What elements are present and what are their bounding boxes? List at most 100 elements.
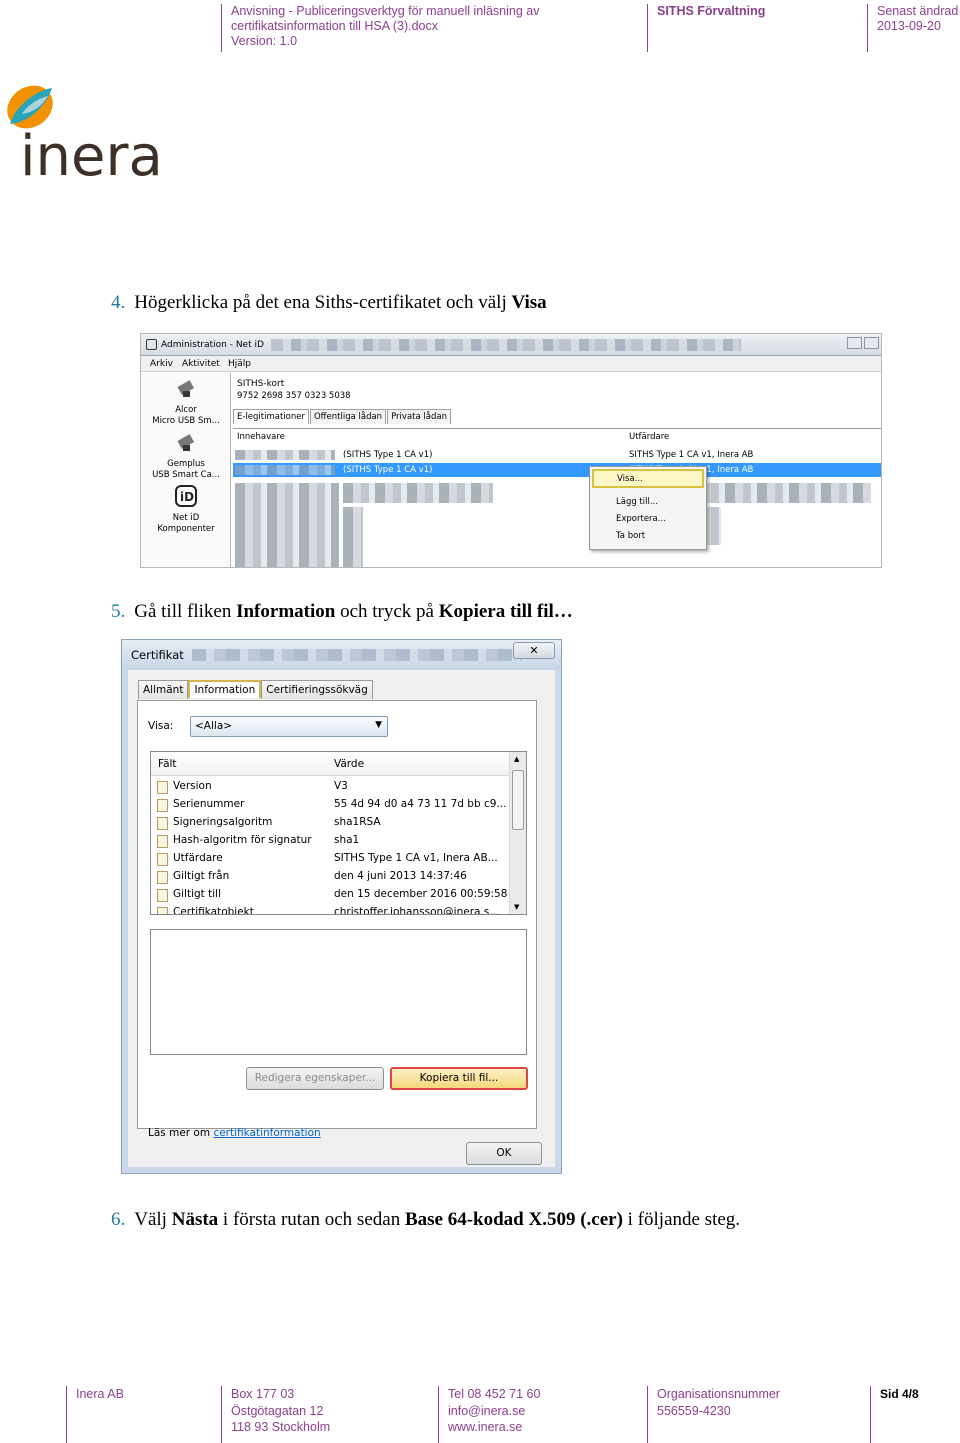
tab-certifieringssokvag[interactable]: Certifieringssökväg [261, 680, 373, 699]
close-button[interactable]: ✕ [513, 642, 555, 659]
certificate-row-selected[interactable]: (SITHS Type 1 CA v1) SITHS Type 1 CA v1,… [233, 463, 881, 477]
footer-company: Inera AB [66, 1386, 124, 1443]
context-menu: Visa... Lägg till... Exportera... Ta bor… [589, 466, 707, 550]
field-value: den 15 december 2016 00:59:58 [334, 888, 508, 900]
field-value: christoffer.johansson@inera.s... [334, 906, 500, 915]
step-number: 5. [111, 601, 126, 622]
field-row[interactable]: Giltigt till den 15 december 2016 00:59:5… [151, 886, 511, 904]
changed-label: Senast ändrad [877, 4, 959, 18]
svg-text:iD: iD [180, 490, 194, 504]
list-scrollbar[interactable]: ▲ ▼ [509, 752, 526, 914]
device-netid[interactable]: iD Net iD Komponenter [141, 485, 231, 535]
field-row[interactable]: Signeringsalgoritm sha1RSA [151, 814, 511, 832]
footer-divider [438, 1386, 439, 1443]
learn-more-text: Läs mer om [148, 1127, 214, 1139]
field-row[interactable]: Hash-algoritm för signatur sha1 [151, 832, 511, 850]
chevron-down-icon: ▼ [375, 720, 382, 730]
redacted-rows [343, 507, 363, 567]
certificate-row[interactable]: (SITHS Type 1 CA v1) SITHS Type 1 CA v1,… [233, 448, 881, 462]
scroll-down-icon[interactable]: ▼ [514, 903, 519, 911]
menu-aktivitet[interactable]: Aktivitet [182, 359, 220, 369]
column-issuer: Utfärdare [629, 432, 670, 442]
context-menu-exportera[interactable]: Exportera... [616, 514, 666, 524]
redacted-rows [343, 483, 493, 503]
device-desc: USB Smart Ca... [152, 470, 220, 480]
ok-button[interactable]: OK [466, 1142, 542, 1165]
field-list: Fält Värde Version V3 Serienummer 55 4d 94… [150, 751, 527, 915]
tab-information[interactable]: Information [188, 680, 262, 698]
copy-to-file-button[interactable]: Kopiera till fil... [390, 1067, 528, 1090]
netid-admin-screenshot: Administration - Net iD Arkiv Aktivitet … [140, 333, 882, 568]
context-menu-lagg-till[interactable]: Lägg till... [616, 497, 658, 507]
field-name: Giltigt från [173, 870, 230, 882]
field-detail-box[interactable] [150, 929, 527, 1055]
footer-divider [66, 1386, 67, 1443]
card-name: SITHS-kort [237, 379, 285, 389]
device-alcor[interactable]: Alcor Micro USB Sm... [141, 377, 231, 427]
field-row[interactable]: Certifikatobjekt christoffer.johansson@in… [151, 904, 511, 915]
field-icon [157, 835, 168, 848]
context-menu-visa[interactable]: Visa... [592, 469, 704, 488]
tab-offentliga-ladan[interactable]: Offentliga lådan [309, 409, 387, 424]
field-value: sha1RSA [334, 816, 381, 828]
device-desc: Micro USB Sm... [152, 416, 220, 426]
field-name: Giltigt till [173, 888, 221, 900]
window-titlebar: Administration - Net iD [141, 334, 881, 356]
step-number: 6. [111, 1209, 126, 1230]
org-number-label: Organisationsnummer [657, 1387, 780, 1401]
scroll-up-icon[interactable]: ▲ [514, 755, 519, 763]
footer-divider [221, 1386, 222, 1443]
learn-more-link[interactable]: certifikatinformation [213, 1127, 320, 1139]
column-field[interactable]: Fält [158, 758, 177, 770]
header-org: SITHS Förvaltning [647, 4, 765, 52]
changed-date: 2013-09-20 [877, 19, 941, 33]
header-changed: Senast ändrad 2013-09-20 [867, 4, 959, 52]
inera-logo: inera [6, 82, 176, 189]
device-gemplus[interactable]: Gemplus USB Smart Ca... [141, 431, 231, 481]
dialog-title: Certifikat [131, 648, 184, 662]
footer-page: Sid 4/8 [870, 1386, 919, 1443]
learn-more: Läs mer om certifikatinformation [148, 1127, 321, 1139]
window-title: Administration - Net iD [161, 340, 264, 350]
column-value[interactable]: Värde [334, 758, 364, 770]
tab-allmant[interactable]: Allmänt [138, 680, 189, 699]
step-text: Gå till fliken [134, 601, 237, 622]
cert-issuer: SITHS Type 1 CA v1, Inera AB [629, 450, 754, 460]
field-icon [157, 907, 168, 914]
device-sidebar: Alcor Micro USB Sm... Gemplus USB Smart … [141, 373, 231, 567]
show-select[interactable]: <Alla> ▼ [190, 716, 388, 737]
context-menu-ta-bort[interactable]: Ta bort [616, 531, 645, 541]
maximize-button[interactable] [864, 337, 879, 349]
page-footer: Inera AB Box 177 03 Östgötagatan 12 118 … [0, 1383, 960, 1443]
field-list-header: Fält Värde [151, 752, 511, 776]
certificate-dialog-screenshot: Certifikat ✕ Allmänt Information Certifier… [121, 639, 562, 1174]
field-value: sha1 [334, 834, 360, 846]
field-row[interactable]: Serienummer 55 4d 94 d0 a4 73 11 7d bb c9… [151, 796, 511, 814]
scroll-thumb[interactable] [512, 770, 524, 830]
menu-arkiv[interactable]: Arkiv [150, 359, 173, 369]
tab-e-legitimationer[interactable]: E-legitimationer [233, 409, 309, 424]
header-divider [221, 4, 222, 52]
step-bold: Nästa [171, 1209, 219, 1230]
header-divider [647, 4, 648, 52]
field-name: Signeringsalgoritm [173, 816, 273, 828]
step-bold: Information [236, 601, 336, 622]
show-label: Visa: [148, 720, 174, 732]
device-desc: Komponenter [157, 524, 215, 534]
field-name: Utfärdare [173, 852, 223, 864]
blurred-background [192, 649, 522, 661]
field-row[interactable]: Giltigt från den 4 juni 2013 14:37:46 [151, 868, 511, 886]
field-row[interactable]: Utfärdare SITHS Type 1 CA v1, Inera AB... [151, 850, 511, 868]
column-holder: Innehavare [237, 432, 285, 442]
tab-privata-ladan[interactable]: Privata lådan [387, 409, 451, 424]
field-icon [157, 781, 168, 794]
inera-logo-icon: inera [7, 85, 163, 189]
menu-hjalp[interactable]: Hjälp [228, 359, 251, 369]
menu-bar: Arkiv Aktivitet Hjälp [141, 356, 881, 372]
minimize-button[interactable] [847, 337, 862, 349]
field-row[interactable]: Version V3 [151, 778, 511, 796]
edit-properties-button[interactable]: Redigera egenskaper... [246, 1067, 384, 1090]
redacted-name [235, 465, 335, 475]
card-tabs: E-legitimationer Offentliga lådan Privata … [233, 409, 452, 424]
doc-title-line2: certifikatsinformation till HSA (3).docx [231, 19, 439, 33]
